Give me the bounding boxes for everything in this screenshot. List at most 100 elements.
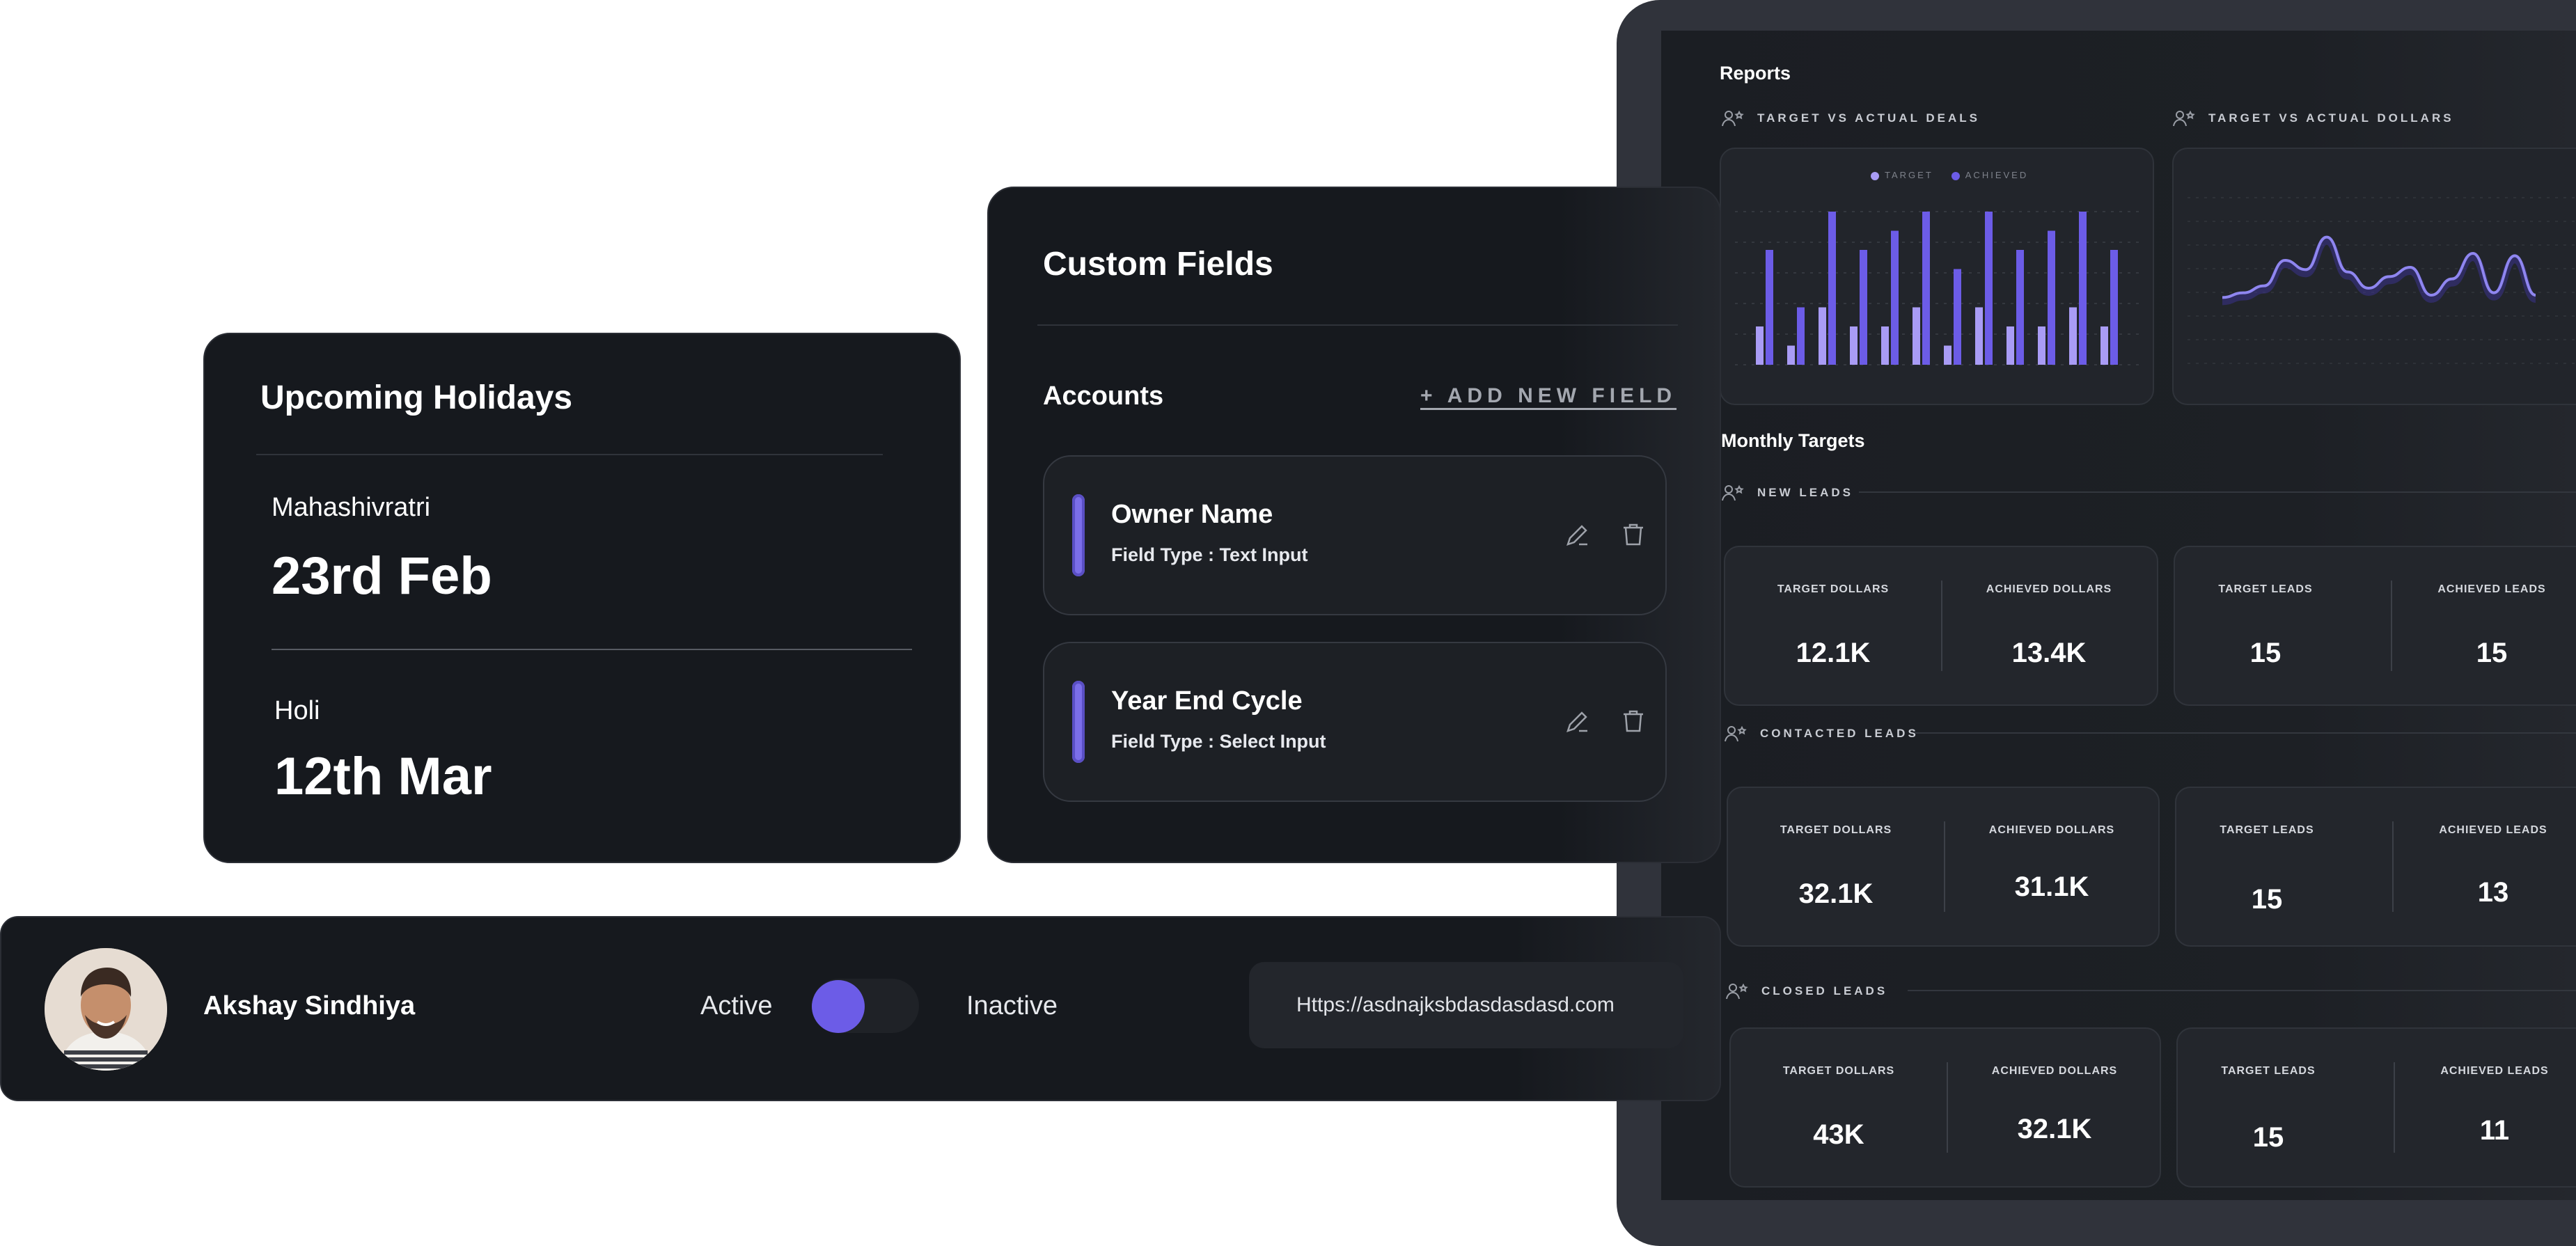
status-toggle-knob[interactable] [812, 980, 865, 1033]
achieved-bar [1954, 269, 1961, 365]
reports-title: Reports [1720, 63, 1791, 84]
stat-divider [1944, 821, 1945, 912]
achieved-bar [1860, 250, 1867, 365]
stat-divider [2392, 821, 2394, 912]
achieved-dollars-value: 31.1K [2014, 872, 2089, 902]
custom-field-row[interactable]: Year End Cycle Field Type : Select Input [1043, 642, 1667, 802]
closed-leads-label: CLOSED LEADS [1725, 981, 1887, 1001]
target-dollars-value: 43K [1813, 1119, 1864, 1150]
field-accent-bar [1072, 681, 1085, 763]
deals-bar-chart [1735, 211, 2139, 365]
target-bar [1787, 345, 1795, 365]
achieved-dollars-label: ACHIEVED DOLLARS [1986, 583, 2112, 595]
deals-chart-card: TARGET ACHIEVED [1720, 148, 2154, 405]
user-star-icon [1725, 725, 1747, 742]
user-star-icon [1726, 983, 1748, 1000]
url-field[interactable]: Https://asdnajksbdasdasdasd.com [1249, 962, 1683, 1048]
line-shadow [2222, 237, 2537, 306]
title-divider [256, 454, 883, 455]
contacted-leads-label: CONTACTED LEADS [1724, 724, 1919, 743]
target-bar [2100, 326, 2108, 365]
target-leads-label: TARGET LEADS [2221, 1065, 2316, 1077]
section-rule [1859, 491, 2576, 493]
holiday-name: Holi [274, 696, 320, 725]
target-bar [1819, 307, 1826, 365]
title-divider [1037, 324, 1678, 326]
trash-icon[interactable] [1618, 519, 1649, 550]
target-bar [1975, 307, 1983, 365]
achieved-bar [1891, 230, 1899, 365]
target-leads-label: TARGET LEADS [2220, 824, 2314, 836]
add-new-field-link[interactable]: + ADD NEW FIELD [1420, 384, 1676, 408]
achieved-bar [2016, 250, 2024, 365]
field-accent-bar [1072, 494, 1085, 576]
user-name: Akshay Sindhiya [203, 991, 416, 1020]
holidays-title: Upcoming Holidays [260, 379, 573, 416]
achieved-bar [1797, 307, 1805, 365]
achieved-bar [2110, 250, 2118, 365]
field-name: Owner Name [1111, 500, 1273, 529]
target-bar [2006, 326, 2014, 365]
achieved-bar [1985, 212, 1993, 365]
upcoming-holidays-card: Upcoming Holidays Mahashivratri 23rd Feb… [203, 333, 961, 863]
holiday-name: Mahashivratri [272, 493, 431, 522]
stat-divider [1941, 581, 1942, 671]
achieved-leads-value: 11 [2479, 1115, 2510, 1146]
section-rule [1908, 990, 2576, 991]
edit-icon[interactable] [1562, 706, 1593, 736]
target-dollars-value: 32.1K [1798, 878, 1874, 909]
holiday-date: 23rd Feb [272, 546, 492, 606]
target-leads-value: 15 [2252, 1122, 2284, 1153]
achieved-leads-label: ACHIEVED LEADS [2440, 1065, 2549, 1077]
dollars-line-chart [2188, 197, 2576, 364]
achieved-leads-label: ACHIEVED LEADS [2437, 583, 2546, 595]
dollars-chart-card [2172, 148, 2576, 405]
custom-field-row[interactable]: Owner Name Field Type : Text Input [1043, 455, 1667, 615]
deals-chart-legend: TARGET ACHIEVED [1871, 170, 2028, 180]
target-bar [1850, 326, 1858, 365]
field-type: Field Type : Select Input [1111, 731, 1326, 752]
closed-leads-count-card: TARGET LEADS 15 ACHIEVED LEADS 11 [2176, 1027, 2576, 1188]
inactive-label: Inactive [966, 991, 1058, 1020]
target-dollars-label: TARGET DOLLARS [1782, 1065, 1895, 1077]
achieved-leads-label: ACHIEVED LEADS [2439, 824, 2547, 836]
legend-target: TARGET [1871, 170, 1933, 180]
target-bar [1881, 326, 1889, 365]
trash-icon[interactable] [1618, 706, 1649, 736]
target-dollars-label: TARGET DOLLARS [1777, 583, 1890, 595]
legend-achieved: ACHIEVED [1951, 170, 2028, 180]
active-label: Active [700, 991, 773, 1020]
achieved-dollars-label: ACHIEVED DOLLARS [1991, 1065, 2118, 1077]
target-bar [1944, 345, 1951, 365]
achieved-bar [1828, 212, 1836, 365]
achieved-bar [1922, 212, 1930, 365]
closed-leads-dollars-card: TARGET DOLLARS 43K ACHIEVED DOLLARS 32.1… [1729, 1027, 2161, 1188]
user-star-icon [1722, 110, 1744, 127]
deals-chart-label: TARGET VS ACTUAL DEALS [1721, 109, 1980, 128]
deals-chart-title: TARGET VS ACTUAL DEALS [1757, 111, 1981, 125]
edit-icon[interactable] [1562, 519, 1593, 550]
stat-divider [2391, 581, 2392, 671]
achieved-bar [2048, 230, 2055, 365]
new-leads-dollars-card: TARGET DOLLARS 12.1K ACHIEVED DOLLARS 13… [1724, 546, 2158, 706]
url-value: Https://asdnajksbdasdasdasd.com [1296, 993, 1615, 1016]
target-bar [1913, 307, 1920, 365]
achieved-dollars-value: 32.1K [2017, 1114, 2092, 1144]
user-star-icon [1722, 484, 1744, 501]
target-bar [2038, 326, 2045, 365]
custom-fields-card: Custom Fields Accounts + ADD NEW FIELD O… [987, 187, 1721, 863]
new-leads-count-card: TARGET LEADS 15 ACHIEVED LEADS 15 [2174, 546, 2576, 706]
target-dollars-value: 12.1K [1796, 638, 1871, 668]
target-leads-label: TARGET LEADS [2218, 583, 2313, 595]
user-star-icon [2173, 110, 2195, 127]
target-dollars-label: TARGET DOLLARS [1780, 824, 1892, 836]
stat-divider [1947, 1062, 1948, 1153]
contacted-leads-dollars-card: TARGET DOLLARS 32.1K ACHIEVED DOLLARS 31… [1727, 787, 2160, 947]
field-type: Field Type : Text Input [1111, 544, 1308, 565]
stat-divider [2394, 1062, 2395, 1153]
accounts-section-title: Accounts [1043, 381, 1164, 411]
avatar [45, 948, 167, 1071]
achieved-bar [1766, 250, 1773, 365]
contacted-leads-count-card: TARGET LEADS 15 ACHIEVED LEADS 13 [2175, 787, 2576, 947]
target-bar [1756, 326, 1764, 365]
